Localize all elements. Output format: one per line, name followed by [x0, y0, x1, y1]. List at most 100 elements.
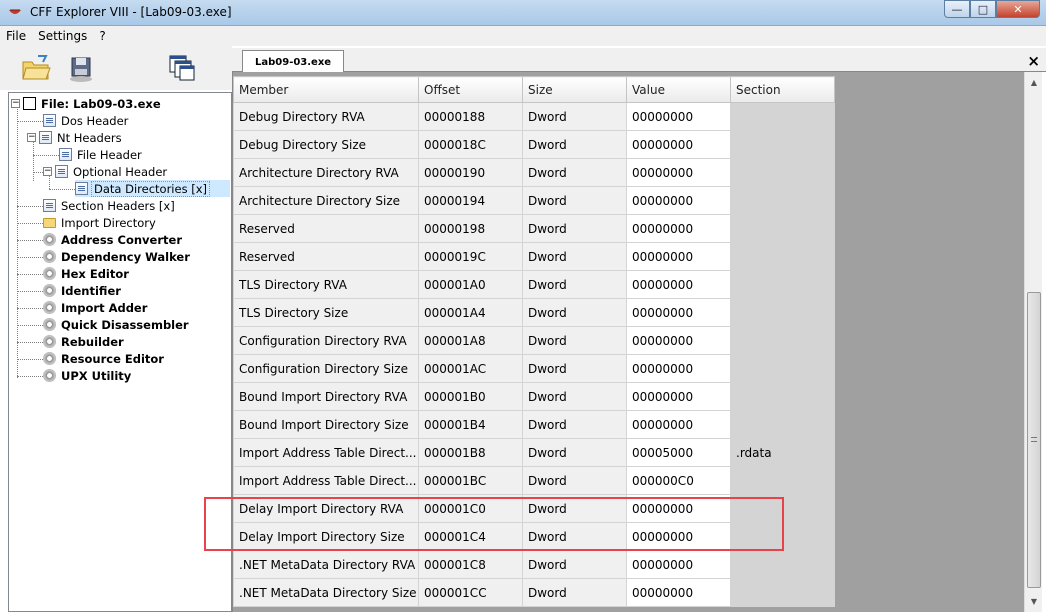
cell-value[interactable]: 00000000 [626, 270, 731, 299]
tree-item-section-headers[interactable]: Section Headers [x] [43, 197, 177, 214]
cell-size: Dword [522, 354, 627, 383]
cell-value[interactable]: 00000000 [626, 494, 731, 523]
table-row[interactable]: Reserved 00000198 Dword 00000000 [233, 214, 835, 243]
cell-size: Dword [522, 550, 627, 579]
cell-offset: 000001A4 [418, 298, 523, 327]
cell-size: Dword [522, 158, 627, 187]
tree-item-address-converter[interactable]: Address Converter [43, 231, 184, 248]
gear-icon [43, 335, 56, 348]
cell-value[interactable]: 00000000 [626, 410, 731, 439]
tree-item-rebuilder[interactable]: Rebuilder [43, 333, 126, 350]
gear-icon [43, 369, 56, 382]
windows-cascade-icon[interactable] [166, 52, 198, 84]
tree-item-dos-header[interactable]: Dos Header [43, 112, 130, 129]
cell-value[interactable]: 00000000 [626, 550, 731, 579]
table-row[interactable]: .NET MetaData Directory RVA 000001C8 Dword… [233, 550, 835, 579]
table-row[interactable]: Reserved 0000019C Dword 00000000 [233, 242, 835, 271]
table-row[interactable]: Import Address Table Direct... 000001B8 Dw… [233, 438, 835, 467]
collapse-icon[interactable]: − [43, 167, 52, 176]
table-row[interactable]: TLS Directory Size 000001A4 Dword 00000000 [233, 298, 835, 327]
menu-help[interactable]: ? [93, 26, 111, 46]
cell-section [730, 214, 835, 243]
table-row[interactable]: Delay Import Directory RVA 000001C0 Dword 0… [233, 494, 835, 523]
scroll-thumb[interactable] [1027, 292, 1041, 588]
collapse-icon[interactable]: − [11, 99, 20, 108]
cell-value[interactable]: 00000000 [626, 382, 731, 411]
cell-offset: 000001A8 [418, 326, 523, 355]
table-row[interactable]: Architecture Directory Size 00000194 Dword… [233, 186, 835, 215]
cell-value[interactable]: 00000000 [626, 130, 731, 159]
tree-item-label: Optional Header [73, 164, 168, 179]
cell-value[interactable]: 00000000 [626, 578, 731, 607]
tree-item-optional-header[interactable]: − Optional Header [43, 163, 169, 180]
gear-icon [43, 284, 56, 297]
cell-value[interactable]: 00000000 [626, 326, 731, 355]
tree-item-dependency-walker[interactable]: Dependency Walker [43, 248, 192, 265]
column-header-value[interactable]: Value [626, 76, 731, 103]
tree-item-file-header[interactable]: File Header [59, 146, 144, 163]
vertical-scrollbar[interactable]: ▲ ▼ [1024, 72, 1042, 612]
scroll-down-icon[interactable]: ▼ [1025, 593, 1043, 610]
table-row[interactable]: Debug Directory RVA 00000188 Dword 00000000 [233, 102, 835, 131]
table-row[interactable]: .NET MetaData Directory Size 000001CC Dwor… [233, 578, 835, 607]
table-row[interactable]: Architecture Directory RVA 00000190 Dword 0… [233, 158, 835, 187]
column-header-size[interactable]: Size [522, 76, 627, 103]
table-row[interactable]: Import Address Table Direct... 000001BC Dw… [233, 466, 835, 495]
open-folder-icon[interactable] [20, 52, 52, 84]
collapse-icon[interactable]: − [27, 133, 36, 142]
scroll-up-icon[interactable]: ▲ [1025, 74, 1043, 91]
column-header-member[interactable]: Member [233, 76, 419, 103]
tree-item-label: File Header [77, 147, 142, 162]
cell-value[interactable]: 00000000 [626, 186, 731, 215]
table-row[interactable]: TLS Directory RVA 000001A0 Dword 00000000 [233, 270, 835, 299]
tree-item-data-directories[interactable]: Data Directories [x] [75, 180, 230, 197]
tree-item-upx-utility[interactable]: UPX Utility [43, 367, 133, 384]
table-row[interactable]: Delay Import Directory Size 000001C4 Dword… [233, 522, 835, 551]
table-row[interactable]: Bound Import Directory Size 000001B4 Dword… [233, 410, 835, 439]
column-header-offset[interactable]: Offset [418, 76, 523, 103]
table-row[interactable]: Bound Import Directory RVA 000001B0 Dword 0… [233, 382, 835, 411]
tree-item-identifier[interactable]: Identifier [43, 282, 123, 299]
maximize-button[interactable]: □ [970, 0, 996, 18]
cell-offset: 0000019C [418, 242, 523, 271]
cell-size: Dword [522, 130, 627, 159]
tree-item-nt-headers[interactable]: − Nt Headers [27, 129, 124, 146]
cell-section [730, 270, 835, 299]
cell-section [730, 410, 835, 439]
tree-item-label: Rebuilder [61, 334, 124, 349]
minimize-button[interactable]: — [944, 0, 970, 18]
tab-lab09-03[interactable]: Lab09-03.exe [242, 50, 344, 73]
menu-settings[interactable]: Settings [32, 26, 93, 46]
cell-value[interactable]: 00005000 [626, 438, 731, 467]
cell-value[interactable]: 00000000 [626, 158, 731, 187]
cell-section [730, 102, 835, 131]
table-row[interactable]: Configuration Directory RVA 000001A8 Dword… [233, 326, 835, 355]
cell-member: Bound Import Directory RVA [233, 382, 419, 411]
tree-root[interactable]: − File: Lab09-03.exe [11, 95, 163, 112]
file-tree: − File: Lab09-03.exe Dos Header − Nt Hea… [8, 92, 232, 612]
cell-offset: 00000190 [418, 158, 523, 187]
tree-item-label: Quick Disassembler [61, 317, 189, 332]
cell-offset: 000001AC [418, 354, 523, 383]
column-header-section[interactable]: Section [730, 76, 835, 103]
save-disk-icon[interactable] [66, 52, 98, 84]
table-row[interactable]: Debug Directory Size 0000018C Dword 0000000… [233, 130, 835, 159]
cell-value[interactable]: 00000000 [626, 102, 731, 131]
cell-value[interactable]: 000000C0 [626, 466, 731, 495]
tree-item-resource-editor[interactable]: Resource Editor [43, 350, 166, 367]
cell-member: Reserved [233, 242, 419, 271]
table-row[interactable]: Configuration Directory Size 000001AC Dwor… [233, 354, 835, 383]
cell-value[interactable]: 00000000 [626, 354, 731, 383]
close-tab-icon[interactable]: × [1027, 52, 1040, 70]
tree-item-label: Section Headers [x] [61, 198, 175, 213]
cell-value[interactable]: 00000000 [626, 522, 731, 551]
close-window-button[interactable]: ✕ [996, 0, 1040, 18]
tree-item-import-directory[interactable]: Import Directory [43, 214, 158, 231]
tree-item-hex-editor[interactable]: Hex Editor [43, 265, 131, 282]
tree-item-quick-disassembler[interactable]: Quick Disassembler [43, 316, 191, 333]
cell-value[interactable]: 00000000 [626, 242, 731, 271]
cell-value[interactable]: 00000000 [626, 298, 731, 327]
tree-item-import-adder[interactable]: Import Adder [43, 299, 149, 316]
cell-value[interactable]: 00000000 [626, 214, 731, 243]
menu-file[interactable]: File [0, 26, 32, 46]
